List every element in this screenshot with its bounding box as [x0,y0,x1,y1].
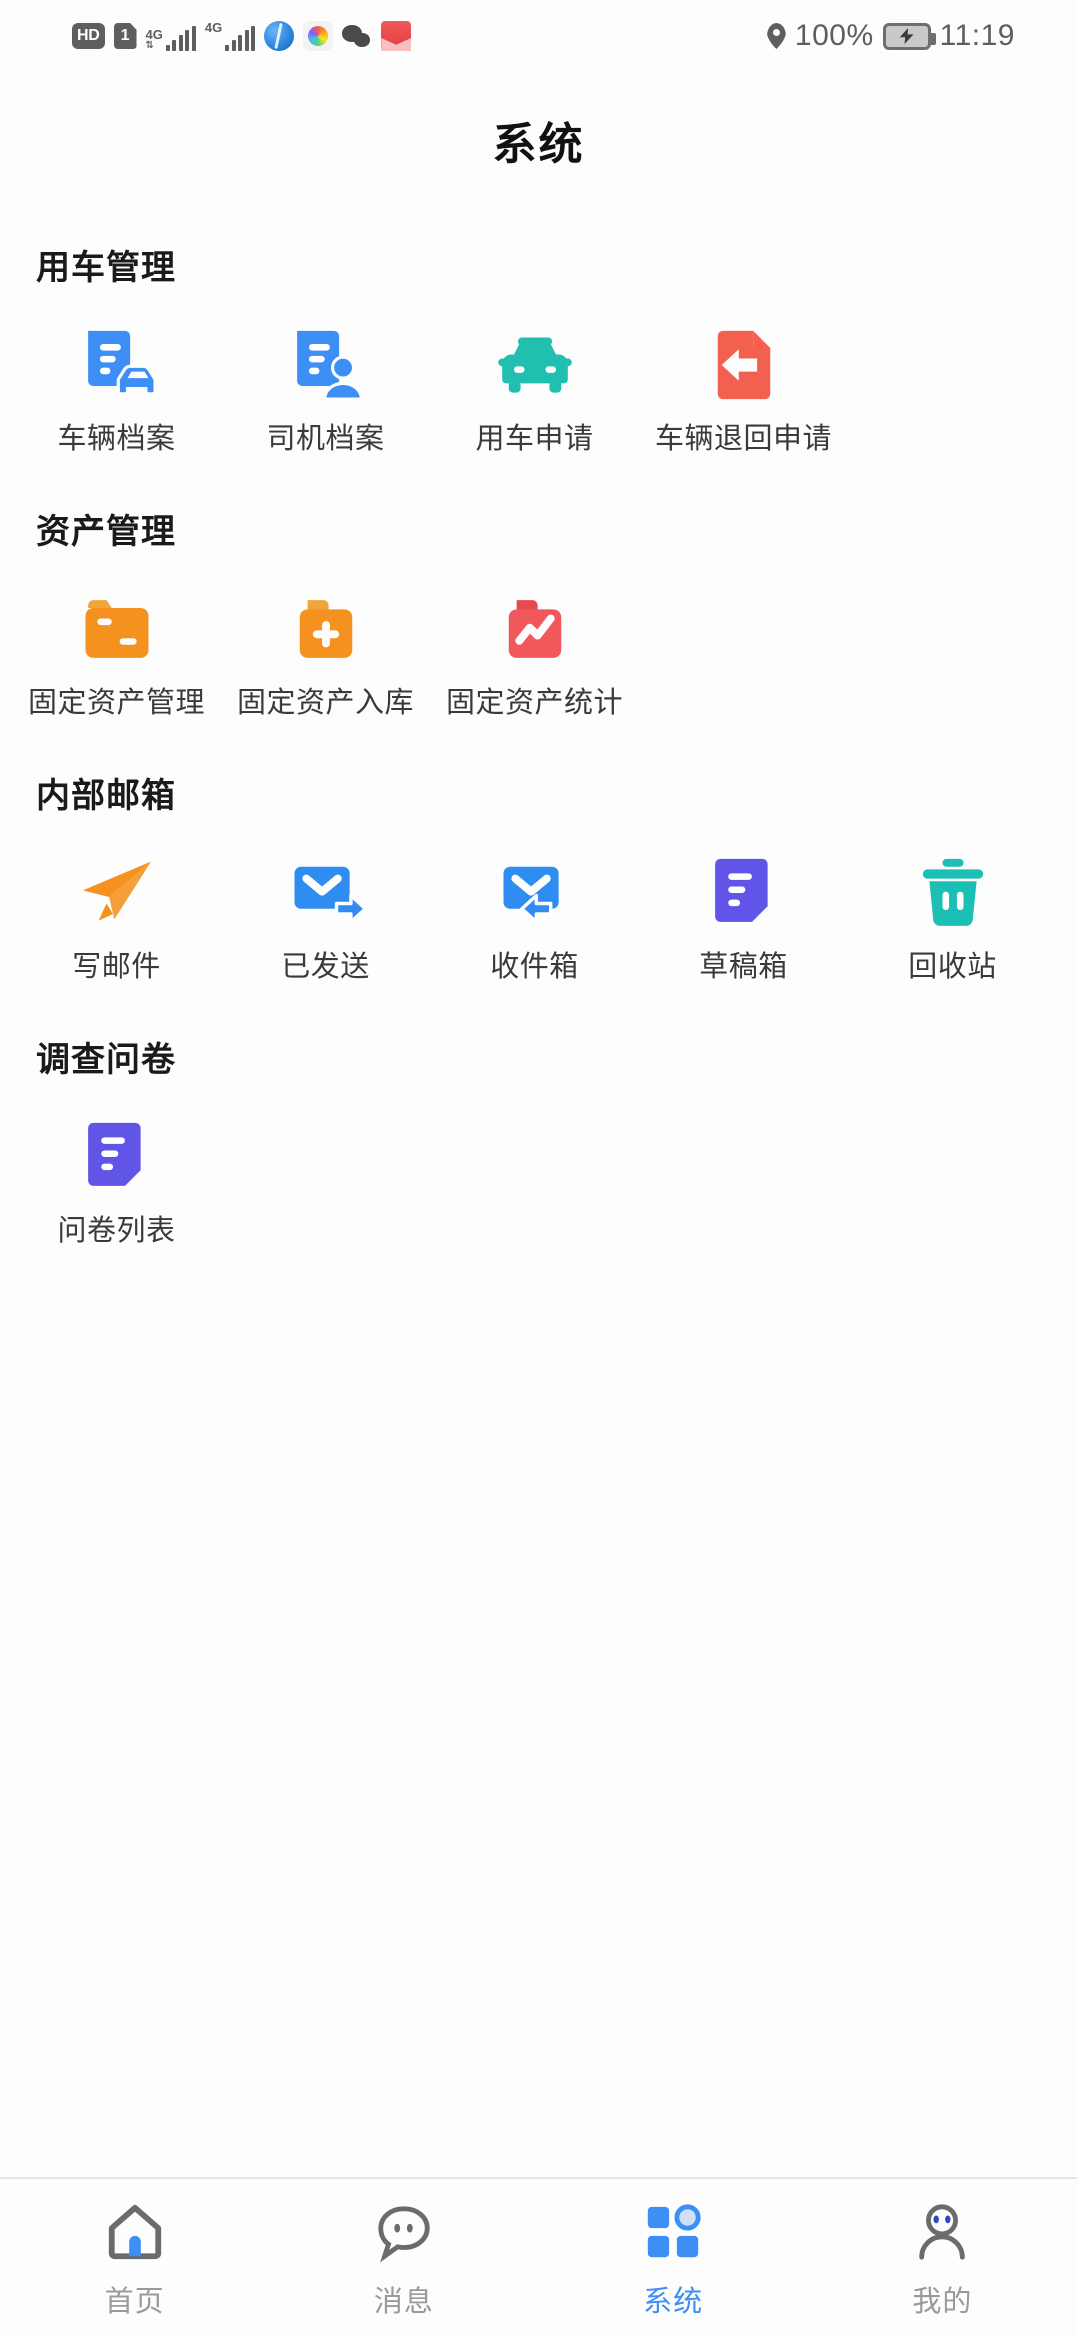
page-title: 系统 [492,120,585,169]
compose-mail-icon[interactable] [75,851,159,935]
clock-label: 11:19 [939,19,1015,52]
section-title: 内部邮箱 [36,777,176,816]
bottom-tab-bar: 首页 消息 系统 我的 [0,2177,1077,2337]
car-request-icon[interactable] [493,323,577,407]
questionnaire-list-icon[interactable] [75,1115,159,1199]
signal-bars-2 [225,26,256,51]
grid-item[interactable]: 车辆退回申请 [639,289,848,458]
grid-item-label: 固定资产管理 [27,687,205,720]
signal-bars-1 [165,26,196,51]
tab-message-bubble[interactable]: 消息 [269,2201,538,2320]
grid-item[interactable]: 固定资产管理 [12,553,221,722]
asset-add-folder-icon[interactable] [284,587,368,671]
grid-item-label: 车辆退回申请 [654,423,832,455]
driver-file-icon[interactable] [284,323,368,407]
grid-apps-icon[interactable] [642,2201,704,2268]
section-grid: 固定资产管理 固定资产入库 固定资产统计 [0,553,1077,722]
data-arrows-icon: ⇅ [145,40,154,51]
sent-mail-icon[interactable] [284,851,368,935]
status-bar-right: 100% 11:19 [767,21,1077,51]
grid-item[interactable]: 回收站 [848,817,1057,986]
sim-card-icon: 1 [113,23,137,49]
grid-item[interactable]: 用车申请 [430,289,639,458]
section-title: 用车管理 [36,249,176,287]
grid-item-label: 已发送 [281,951,370,984]
tab-home[interactable]: 首页 [0,2201,269,2320]
grid-item-label: 司机档案 [266,423,385,455]
network-type-label-2: 4G [204,20,223,35]
grid-item-label: 固定资产入库 [236,687,414,720]
battery-charging-icon [882,22,936,50]
grid-item-label: 回收站 [908,951,997,984]
grid-item[interactable]: 写邮件 [12,817,221,986]
battery-percent-label: 100% [794,19,874,52]
vehicle-file-icon[interactable] [75,323,159,407]
grid-item[interactable]: 司机档案 [221,289,430,458]
profile-person-icon[interactable] [911,2201,973,2268]
hd-badge: HD [72,23,105,49]
section-title: 调查问卷 [36,1041,176,1080]
browser-app-icon [264,21,295,51]
home-icon[interactable] [104,2201,166,2268]
tab-label: 我的 [912,2286,973,2318]
grid-item[interactable]: 已发送 [221,817,430,986]
grid-item[interactable]: 固定资产统计 [430,553,639,722]
grid-item[interactable]: 固定资产入库 [221,553,430,722]
wechat-app-icon [342,21,372,51]
photos-app-icon [303,21,334,51]
grid-item-label: 固定资产统计 [445,687,623,720]
tab-label: 系统 [643,2286,704,2318]
grid-item[interactable]: 车辆档案 [12,289,221,458]
location-pin-icon [767,23,786,49]
draft-document-icon[interactable] [702,851,786,935]
tab-label: 首页 [104,2286,165,2318]
signal-4g-icon-1: 4G ⇅ [146,21,196,51]
signal-4g-icon-2: 4G [204,20,256,51]
grid-item-label: 草稿箱 [699,951,788,984]
grid-item-label: 收件箱 [490,951,579,984]
tab-profile-person[interactable]: 我的 [808,2201,1077,2320]
tab-grid-apps[interactable]: 系统 [539,2201,808,2320]
status-bar-left: HD 1 4G ⇅ 4G [0,20,412,51]
section-grid: 写邮件 已发送 收件箱 草稿箱 回收站 [0,817,1077,986]
section-grid: 车辆档案 司机档案 用车申请 车辆退回申请 [0,289,1077,458]
tab-label: 消息 [373,2286,434,2318]
grid-item[interactable]: 收件箱 [430,817,639,986]
trash-bin-icon[interactable] [911,851,995,935]
asset-folder-icon[interactable] [75,587,159,671]
vehicle-return-icon[interactable] [702,323,786,407]
message-bubble-icon[interactable] [373,2201,435,2268]
section-grid: 问卷列表 [0,1081,1077,1250]
grid-item-label: 车辆档案 [57,423,176,455]
section-title: 资产管理 [36,513,176,552]
asset-stats-folder-icon[interactable] [493,587,577,671]
inbox-mail-icon[interactable] [493,851,577,935]
grid-item-label: 问卷列表 [57,1215,176,1248]
mail-app-icon [381,21,412,51]
grid-item[interactable]: 草稿箱 [639,817,848,986]
grid-item-label: 写邮件 [72,951,161,984]
status-bar: HD 1 4G ⇅ 4G 100% 11:19 [0,0,1077,72]
grid-item-label: 用车申请 [475,423,594,455]
app-screen: HD 1 4G ⇅ 4G 100% 11:19 系统 用车管理 车辆档案 司机档… [0,0,1077,2337]
sections-container: 用车管理 车辆档案 司机档案 用车申请 车辆退回申请 资产管理 固定资产管理 固… [0,240,1077,1250]
grid-item[interactable]: 问卷列表 [12,1081,221,1250]
